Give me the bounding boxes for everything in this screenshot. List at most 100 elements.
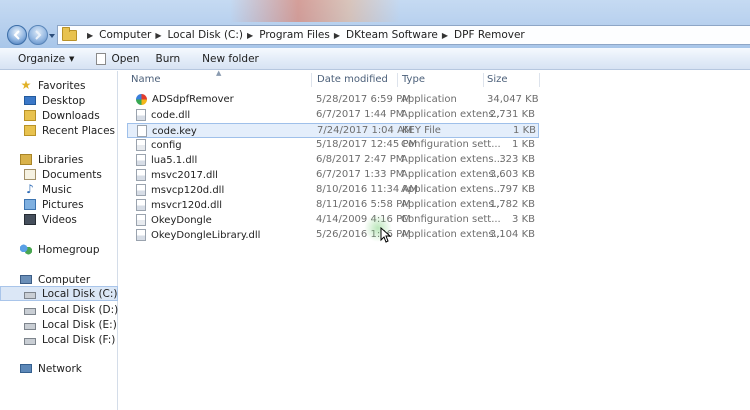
file-size: 3 KB <box>512 214 535 225</box>
column-header-date[interactable]: Date modified <box>317 74 388 85</box>
downloads-folder-icon <box>24 110 36 121</box>
file-row[interactable]: OkeyDongle 4/14/2009 4:16 PM Configuration… <box>127 213 539 228</box>
new-folder-button[interactable]: New folder <box>194 48 267 70</box>
dll-icon <box>136 199 146 211</box>
file-row[interactable]: code.dll 6/7/2017 1:44 PM Application exte… <box>127 108 539 123</box>
config-icon <box>136 139 146 151</box>
pictures-icon <box>24 199 36 210</box>
breadcrumb-program-files[interactable]: Program Files ▶ <box>259 29 346 41</box>
nav-music[interactable]: ♪ Music <box>0 182 118 197</box>
dll-icon <box>136 154 146 166</box>
file-name: msvcp120d.dll <box>151 184 225 196</box>
file-name: lua5.1.dll <box>151 154 198 166</box>
nav-libraries[interactable]: Libraries <box>0 152 118 167</box>
chevron-down-icon: ▼ <box>69 54 75 63</box>
config-icon <box>136 214 146 226</box>
nav-pictures[interactable]: Pictures <box>0 197 118 212</box>
file-size: 323 KB <box>499 154 535 165</box>
breadcrumb-dkteam-software[interactable]: DKteam Software ▶ <box>346 29 454 41</box>
navigation-pane[interactable]: ★ Favorites Desktop Downloads Recent Pla… <box>0 71 118 410</box>
forward-button[interactable] <box>28 25 48 45</box>
file-date: 6/7/2017 1:44 PM <box>316 109 405 120</box>
dll-icon <box>136 184 146 196</box>
column-header-type[interactable]: Type <box>402 74 425 85</box>
system-drive-icon <box>24 291 36 299</box>
file-name-cell: ADSdpfRemover <box>136 94 234 105</box>
hard-drive-icon <box>24 337 36 345</box>
file-size: 1 KB <box>513 125 536 136</box>
arrow-left-icon <box>13 30 20 40</box>
hard-drive-icon <box>24 307 36 315</box>
file-row[interactable]: lua5.1.dll 6/8/2017 2:47 PM Application ex… <box>127 153 539 168</box>
nav-recent-places[interactable]: Recent Places <box>0 123 118 138</box>
file-date: 6/8/2017 2:47 PM <box>316 154 405 165</box>
recent-places-icon <box>24 125 36 136</box>
file-row[interactable]: ADSdpfRemover 5/28/2017 6:59 PM Applicatio… <box>127 93 539 108</box>
breadcrumb-dpf-remover[interactable]: DPF Remover <box>454 29 525 41</box>
nav-local-disk-c[interactable]: Local Disk (C:) <box>0 286 118 301</box>
desktop-icon <box>24 96 36 105</box>
file-name-cell: OkeyDongleLibrary.dll <box>136 229 260 241</box>
file-date: 6/7/2017 1:33 PM <box>316 169 405 180</box>
file-name: code.key <box>152 125 197 137</box>
file-row[interactable]: msvcp120d.dll 8/10/2016 11:34 AM Applicati… <box>127 183 539 198</box>
column-divider[interactable] <box>539 73 540 87</box>
nav-desktop[interactable]: Desktop <box>0 93 118 108</box>
address-bar[interactable]: ▶ Computer ▶ Local Disk (C:) ▶ Program Fil… <box>57 25 750 45</box>
sort-caret-icon: ▲ <box>216 69 222 77</box>
homegroup-icon <box>20 244 32 255</box>
nav-local-disk-f[interactable]: Local Disk (F:) <box>0 332 118 347</box>
command-bar: Organize ▼ Open Burn New folder <box>0 48 750 70</box>
nav-favorites[interactable]: ★ Favorites <box>0 78 118 93</box>
nav-homegroup[interactable]: Homegroup <box>0 242 118 257</box>
network-icon <box>20 364 32 373</box>
back-button[interactable] <box>7 25 27 45</box>
open-button[interactable]: Open <box>88 48 147 70</box>
organize-button[interactable]: Organize ▼ <box>10 48 82 70</box>
libraries-icon <box>20 154 32 165</box>
arrow-right-icon <box>35 30 42 40</box>
nav-network[interactable]: Network <box>0 361 118 376</box>
nav-local-disk-e[interactable]: Local Disk (E:) <box>0 317 118 332</box>
file-row[interactable]: code.key 7/24/2017 1:04 AM KEY File 1 KB <box>127 123 539 138</box>
app-icon <box>136 94 147 105</box>
burn-button[interactable]: Burn <box>147 48 188 70</box>
breadcrumb-local-disk-c[interactable]: Local Disk (C:) ▶ <box>168 29 260 41</box>
file-name-cell: code.dll <box>136 109 190 121</box>
file-date: 8/11/2016 5:58 PM <box>316 199 411 210</box>
file-list[interactable]: ▲ Name Date modified Type Size ADSdpfRem… <box>119 69 750 410</box>
file-type: KEY File <box>402 125 441 136</box>
folder-icon <box>62 26 77 41</box>
file-name: ADSdpfRemover <box>152 94 234 105</box>
file-name-cell: msvcr120d.dll <box>136 199 222 211</box>
file-row[interactable]: OkeyDongleLibrary.dll 5/26/2016 1:46 PM Ap… <box>127 228 539 243</box>
column-header-name[interactable]: Name <box>131 74 161 85</box>
taskbar-glow <box>230 0 400 22</box>
column-divider[interactable] <box>311 73 312 87</box>
file-size: 3,104 KB <box>489 229 535 240</box>
file-name: OkeyDongle <box>151 214 212 226</box>
file-type: Application <box>401 94 457 105</box>
nav-videos[interactable]: Videos <box>0 212 118 227</box>
column-divider[interactable] <box>397 73 398 87</box>
breadcrumb-root-arrow[interactable]: ▶ <box>83 31 99 40</box>
column-divider[interactable] <box>483 73 484 87</box>
dll-icon <box>136 169 146 181</box>
file-size: 34,047 KB <box>487 94 539 105</box>
file-size: 1 KB <box>512 139 535 150</box>
nav-documents[interactable]: Documents <box>0 167 118 182</box>
window-titlebar: ▶ Computer ▶ Local Disk (C:) ▶ Program Fil… <box>0 0 750 48</box>
file-name-cell: code.key <box>137 125 197 137</box>
breadcrumb-computer[interactable]: Computer ▶ <box>99 29 167 41</box>
nav-computer[interactable]: Computer <box>0 272 118 287</box>
file-row[interactable]: msvc2017.dll 6/7/2017 1:33 PM Application … <box>127 168 539 183</box>
column-header-size[interactable]: Size <box>487 74 508 85</box>
file-row[interactable]: config 5/18/2017 12:45 PM Configuration se… <box>127 138 539 153</box>
file-name-cell: OkeyDongle <box>136 214 212 226</box>
file-row[interactable]: msvcr120d.dll 8/11/2016 5:58 PM Applicatio… <box>127 198 539 213</box>
nav-downloads[interactable]: Downloads <box>0 108 118 123</box>
file-name-cell: msvc2017.dll <box>136 169 218 181</box>
recent-pages-dropdown[interactable] <box>49 33 55 39</box>
file-type: Configuration sett... <box>401 214 501 225</box>
nav-local-disk-d[interactable]: Local Disk (D:) <box>0 302 118 317</box>
